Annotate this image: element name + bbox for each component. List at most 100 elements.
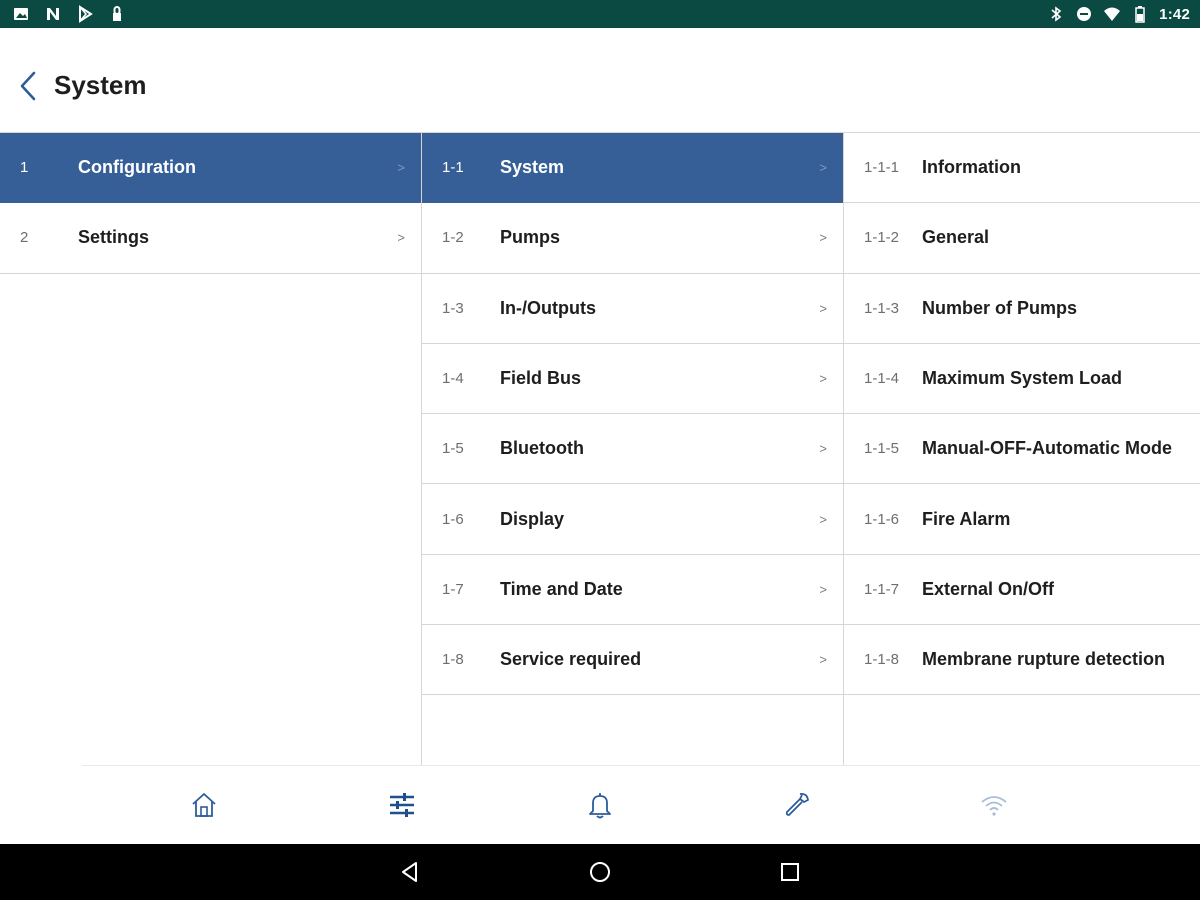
menu-column-level-1: 1 Configuration > 2 Settings > xyxy=(0,133,421,765)
menu-item-number: 1-5 xyxy=(442,440,464,458)
menu-item-label: Service required xyxy=(500,649,642,670)
status-right: 1:42 xyxy=(1047,4,1190,24)
nav-home-button[interactable] xyxy=(184,785,224,825)
chevron-right-icon: > xyxy=(819,160,827,176)
menu-item-number: 1-1-2 xyxy=(864,229,900,247)
menu-item-label: Manual-OFF-Automatic Mode xyxy=(922,438,1172,459)
status-left xyxy=(12,4,126,24)
menu-item-number: 1-1-1 xyxy=(864,159,900,177)
menu-item-bluetooth[interactable]: 1-5 Bluetooth > xyxy=(422,414,843,485)
menu-item-label: Bluetooth xyxy=(500,438,584,459)
menu-column-level-3: 1-1-1 Information 1-1-2 General 1-1-3 Nu… xyxy=(843,133,1200,765)
menu-item-time-and-date[interactable]: 1-7 Time and Date > xyxy=(422,554,843,626)
chevron-right-icon: > xyxy=(819,300,827,316)
dnd-icon xyxy=(1075,5,1093,23)
back-triangle-icon xyxy=(402,862,417,882)
menu-item-manual-off-automatic-mode[interactable]: 1-1-5 Manual-OFF-Automatic Mode xyxy=(844,414,1200,485)
bluetooth-icon xyxy=(1047,5,1065,23)
menu-item-settings[interactable]: 2 Settings > xyxy=(0,203,421,274)
nav-settings-button[interactable] xyxy=(382,785,422,825)
menu-item-number: 1-1-4 xyxy=(864,370,900,388)
menu-item-number: 1-7 xyxy=(442,580,464,598)
status-bar: 1:42 xyxy=(0,0,1200,28)
wifi-icon xyxy=(981,796,1007,816)
lock-icon xyxy=(108,5,126,23)
menu-item-label: Information xyxy=(922,157,1021,178)
settings-sliders-icon xyxy=(390,793,414,817)
menu-item-label: Display xyxy=(500,508,565,529)
chevron-right-icon: > xyxy=(819,371,827,387)
header: System xyxy=(0,28,1200,133)
menu-item-maximum-system-load[interactable]: 1-1-4 Maximum System Load xyxy=(844,343,1200,415)
status-time: 1:42 xyxy=(1159,5,1190,23)
menu-item-number: 1-1-7 xyxy=(864,580,900,598)
nav-service-button[interactable] xyxy=(777,785,817,825)
menu-item-display[interactable]: 1-6 Display > xyxy=(422,484,843,555)
menu-item-label: Pumps xyxy=(500,227,561,248)
menu-item-number: 1-1-5 xyxy=(864,440,900,458)
menu-item-number: 1-3 xyxy=(442,299,464,317)
menu-item-number: 1-4 xyxy=(442,370,464,388)
chevron-right-icon: > xyxy=(397,230,405,246)
menu-item-number: 1-1 xyxy=(442,159,464,177)
bottom-nav xyxy=(0,765,1200,844)
menu-item-number: 1-2 xyxy=(442,229,464,247)
menu-item-number-of-pumps[interactable]: 1-1-3 Number of Pumps xyxy=(844,273,1200,344)
menu-item-general[interactable]: 1-1-2 General xyxy=(844,203,1200,274)
play-store-icon xyxy=(76,5,94,23)
menu-item-number: 1-1-3 xyxy=(864,299,900,317)
back-button[interactable] xyxy=(12,68,44,104)
bottom-nav-divider xyxy=(82,765,1200,766)
n-icon xyxy=(44,5,62,23)
menu-item-label: External On/Off xyxy=(922,578,1055,599)
menu-item-number: 1-6 xyxy=(442,510,464,528)
android-back-button[interactable] xyxy=(396,858,424,886)
wifi-icon xyxy=(1103,5,1121,23)
menu-item-service-required[interactable]: 1-8 Service required > xyxy=(422,625,843,696)
menu-item-number: 1 xyxy=(20,159,29,177)
chevron-right-icon: > xyxy=(397,160,405,176)
menu-item-label: General xyxy=(922,227,990,248)
menu-item-information[interactable]: 1-1-1 Information xyxy=(844,133,1200,204)
android-home-button[interactable] xyxy=(586,858,614,886)
home-circle-icon xyxy=(590,862,610,882)
menu-item-label: System xyxy=(500,157,565,178)
chevron-right-icon: > xyxy=(819,581,827,597)
menu-item-label: Configuration xyxy=(78,157,196,178)
menu-item-in-outputs[interactable]: 1-3 In-/Outputs > xyxy=(422,273,843,344)
menu-item-fire-alarm[interactable]: 1-1-6 Fire Alarm xyxy=(844,484,1200,555)
image-icon xyxy=(12,5,30,23)
menu-item-system[interactable]: 1-1 System > xyxy=(422,133,843,204)
page-title: System xyxy=(54,70,147,100)
android-nav-bar xyxy=(0,844,1200,900)
wrench-icon xyxy=(785,792,809,816)
nav-connectivity-button[interactable] xyxy=(974,785,1014,825)
menu-item-label: Membrane rupture detection xyxy=(922,649,1166,670)
menu-item-label: Number of Pumps xyxy=(922,297,1078,318)
menu-item-pumps[interactable]: 1-2 Pumps > xyxy=(422,203,843,274)
home-icon xyxy=(192,793,216,817)
menu-column-level-2: 1-1 System > 1-2 Pumps > 1-3 In-/Outputs… xyxy=(421,133,843,765)
menu-item-label: Time and Date xyxy=(500,578,623,599)
android-recents-button[interactable] xyxy=(776,858,804,886)
chevron-right-icon: > xyxy=(819,441,827,457)
menu-item-configuration[interactable]: 1 Configuration > xyxy=(0,133,421,204)
menu-item-field-bus[interactable]: 1-4 Field Bus > xyxy=(422,343,843,415)
menu-item-label: Settings xyxy=(78,227,150,248)
menu-item-membrane-rupture-detection[interactable]: 1-1-8 Membrane rupture detection xyxy=(844,625,1200,696)
menu-item-label: Fire Alarm xyxy=(922,508,1011,529)
menu-item-label: Field Bus xyxy=(500,368,582,389)
menu-item-number: 2 xyxy=(20,229,29,247)
menu-item-external-on-off[interactable]: 1-1-7 External On/Off xyxy=(844,554,1200,626)
bell-icon xyxy=(589,793,611,819)
recents-square-icon xyxy=(781,863,799,881)
battery-icon xyxy=(1131,5,1149,23)
menu-item-number: 1-1-6 xyxy=(864,510,900,528)
chevron-left-icon xyxy=(20,71,36,101)
chevron-right-icon: > xyxy=(819,230,827,246)
chevron-right-icon: > xyxy=(819,511,827,527)
chevron-right-icon: > xyxy=(819,652,827,668)
menu-item-number: 1-8 xyxy=(442,651,464,669)
nav-alarms-button[interactable] xyxy=(580,785,620,825)
menu-item-label: In-/Outputs xyxy=(500,297,596,318)
